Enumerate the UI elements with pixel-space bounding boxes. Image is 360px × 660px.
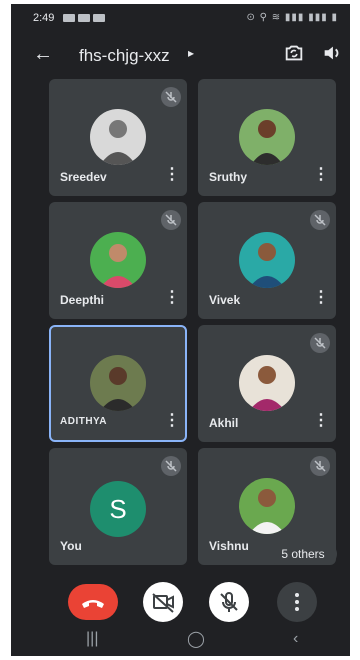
others-badge[interactable]: 5 others: [269, 543, 337, 565]
mic-off-icon: [220, 592, 238, 612]
participant-more-icon[interactable]: ⋮: [313, 290, 329, 306]
participant-name: Vivek: [209, 293, 241, 307]
recent-apps-icon[interactable]: |||: [86, 630, 98, 648]
participant-tile-akhil[interactable]: Akhil ⋮: [198, 325, 336, 442]
speaker-icon[interactable]: [321, 42, 343, 64]
participant-tile-adithya[interactable]: ADITHYA ⋮: [49, 325, 187, 442]
participant-name: ADITHYA: [60, 416, 108, 427]
participant-avatar: [90, 355, 146, 411]
participant-name: Sreedev: [60, 170, 107, 184]
participant-more-icon[interactable]: ⋮: [164, 413, 180, 429]
participant-more-icon[interactable]: ⋮: [164, 290, 180, 306]
gallery-notification-icon: [78, 14, 90, 22]
status-bar: 2:49 ⊙ ⚲ ≋ ▮▮▮ ▮▮▮ ▮: [11, 4, 350, 32]
status-indicators: ⊙ ⚲ ≋ ▮▮▮ ▮▮▮ ▮: [246, 12, 338, 23]
participant-name: Sruthy: [209, 170, 248, 184]
notification-icons: [63, 14, 105, 22]
mic-off-icon: [161, 456, 181, 476]
participant-name: You: [60, 539, 82, 553]
more-options-button[interactable]: [277, 582, 317, 622]
participant-avatar: [239, 355, 295, 411]
switch-camera-icon[interactable]: [283, 42, 305, 64]
participant-tile-deepthi[interactable]: Deepthi ⋮: [49, 202, 187, 319]
participant-name: Vishnu: [209, 539, 249, 553]
letter-avatar: S: [90, 481, 146, 537]
participant-more-icon[interactable]: ⋮: [164, 167, 180, 183]
mic-toggle-button[interactable]: [209, 582, 249, 622]
participant-more-icon[interactable]: ⋮: [313, 413, 329, 429]
back-arrow-icon[interactable]: ←: [33, 43, 53, 66]
mic-off-icon: [310, 210, 330, 230]
video-notification-icon: [63, 14, 75, 22]
participant-name: Deepthi: [60, 293, 105, 307]
mic-off-icon: [161, 87, 181, 107]
meeting-code[interactable]: fhs-chjg-xxz: [79, 46, 170, 66]
back-icon[interactable]: ‹: [293, 630, 298, 648]
hang-up-icon: [82, 600, 104, 608]
home-icon[interactable]: ◯: [187, 629, 205, 649]
mic-off-icon: [310, 333, 330, 353]
video-off-icon: [152, 593, 174, 613]
participant-avatar: [239, 109, 295, 165]
more-vertical-icon: [295, 593, 299, 611]
mic-off-icon: [161, 210, 181, 230]
meeting-header: ← fhs-chjg-xxz ▸: [11, 34, 350, 74]
participant-avatar: [90, 232, 146, 288]
participant-name: Akhil: [209, 416, 239, 430]
mic-off-icon: [310, 456, 330, 476]
participant-avatar: [90, 109, 146, 165]
status-time: 2:49: [33, 12, 55, 24]
participant-tile-you[interactable]: S You: [49, 448, 187, 565]
android-nav-bar: ||| ◯ ‹: [11, 624, 350, 656]
participant-tile-sruthy[interactable]: Sruthy ⋮: [198, 79, 336, 196]
end-call-button[interactable]: [68, 584, 118, 620]
meeting-info-caret-icon[interactable]: ▸: [188, 46, 194, 60]
participant-avatar: [239, 232, 295, 288]
phone-screen: 2:49 ⊙ ⚲ ≋ ▮▮▮ ▮▮▮ ▮ ← fhs-chjg-xxz ▸ Sr…: [11, 4, 350, 656]
camera-toggle-button[interactable]: [143, 582, 183, 622]
participant-tile-sreedev[interactable]: Sreedev ⋮: [49, 79, 187, 196]
participant-avatar: [239, 478, 295, 534]
participant-tile-vivek[interactable]: Vivek ⋮: [198, 202, 336, 319]
participant-more-icon[interactable]: ⋮: [313, 167, 329, 183]
mail-notification-icon: [93, 14, 105, 22]
call-controls: [11, 582, 350, 622]
